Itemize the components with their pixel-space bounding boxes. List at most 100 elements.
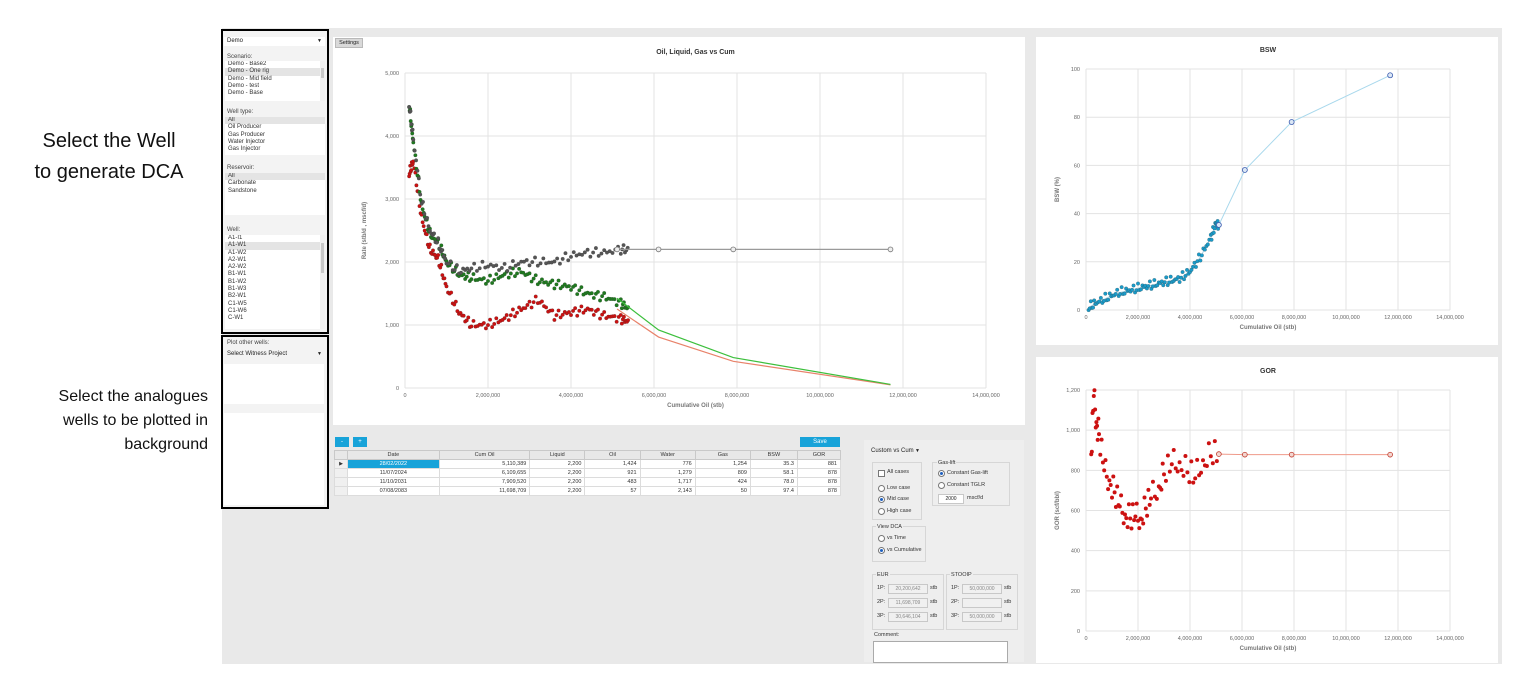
well-type-item[interactable]: Gas Producer — [225, 132, 325, 139]
add-row-button[interactable]: + — [353, 437, 367, 447]
reservoir-item[interactable]: Sandstone — [225, 188, 325, 195]
well-type-item[interactable]: Gas Injector — [225, 146, 325, 153]
table-cell[interactable]: 11,698,709 — [438, 486, 531, 496]
witness-project-select[interactable]: Select Witness Project ▼ — [224, 350, 325, 359]
column-header[interactable]: Date — [347, 450, 440, 460]
table-cell[interactable]: 483 — [584, 477, 641, 487]
project-select[interactable]: Demo ▼ — [224, 37, 325, 46]
well-item[interactable]: B2-W1 — [225, 293, 325, 300]
column-header[interactable]: GOR — [796, 450, 842, 460]
well-item[interactable]: C1-W6 — [225, 308, 325, 315]
constant-tglr-radio[interactable] — [938, 482, 945, 489]
table-cell[interactable]: 07/08/2083 — [347, 486, 440, 496]
table-cell[interactable]: 878 — [796, 468, 842, 478]
scenario-item[interactable]: Demo - One rig — [225, 68, 325, 76]
reservoir-item[interactable]: Carbonate — [225, 180, 325, 187]
column-header[interactable] — [334, 450, 348, 460]
well-item[interactable]: A1-W2 — [225, 250, 325, 257]
table-row[interactable]: ▶ 28/02/2022 5,110,389 2,200 1,424 776 1,254 35… — [334, 459, 842, 469]
gas-history-point — [408, 109, 413, 114]
table-cell[interactable]: 1,254 — [694, 459, 751, 469]
scenario-item[interactable]: Demo - Base2 — [225, 61, 325, 68]
vs-cumulative-radio[interactable] — [878, 547, 885, 554]
table-cell[interactable]: 878 — [796, 486, 842, 496]
table-cell[interactable]: 1,717 — [639, 477, 696, 487]
well-list-scrollbar[interactable] — [320, 235, 325, 329]
table-cell[interactable]: 57 — [584, 486, 641, 496]
table-cell[interactable]: 1,279 — [639, 468, 696, 478]
well-type-item[interactable]: Water Injector — [225, 139, 325, 146]
well-item[interactable]: A1-W1 — [225, 242, 325, 250]
all-cases-checkbox[interactable] — [878, 470, 885, 477]
well-type-item[interactable]: All — [225, 117, 325, 125]
table-cell[interactable]: 97.4 — [749, 486, 798, 496]
constant-gaslift-radio[interactable] — [938, 470, 945, 477]
table-cell[interactable]: 50 — [694, 486, 751, 496]
well-item[interactable]: B1-W2 — [225, 279, 325, 286]
well-item[interactable]: A2-W1 — [225, 257, 325, 264]
vs-time-radio[interactable] — [878, 535, 885, 542]
well-item[interactable]: C-W1 — [225, 315, 325, 322]
table-row[interactable]: 07/08/2083 11,698,709 2,200 57 2,143 50 97.4 87… — [334, 486, 842, 496]
remove-row-button[interactable]: - — [335, 437, 349, 447]
table-cell[interactable]: 11/07/2024 — [347, 468, 440, 478]
table-cell[interactable]: 2,200 — [529, 468, 586, 478]
well-item[interactable]: B1-W1 — [225, 271, 325, 278]
column-header[interactable]: Oil — [584, 450, 641, 460]
table-cell[interactable]: 2,200 — [529, 477, 586, 487]
gaslift-value-field[interactable]: 2000 — [938, 494, 964, 504]
column-header[interactable]: BSW — [749, 450, 798, 460]
table-cell[interactable]: 878 — [796, 477, 842, 487]
table-cell[interactable]: 921 — [584, 468, 641, 478]
bsw-chart: BSW 0 20 40 60 80 100 0 2,000,000 4,000,000 6,000,… — [1055, 47, 1464, 331]
table-cell[interactable]: 424 — [694, 477, 751, 487]
high-case-radio[interactable] — [878, 508, 885, 515]
table-cell[interactable]: 6,109,655 — [438, 468, 531, 478]
table-cell[interactable]: 58.1 — [749, 468, 798, 478]
analogue-wells-list-2[interactable] — [224, 413, 324, 505]
scenario-item[interactable]: Demo - Mid field — [225, 76, 325, 83]
column-header[interactable]: Liquid — [529, 450, 586, 460]
column-header[interactable]: Gas — [694, 450, 751, 460]
table-cell[interactable]: 5,110,389 — [438, 459, 531, 469]
table-row[interactable]: 11/10/2031 7,909,520 2,200 483 1,717 424 78.0 8… — [334, 477, 842, 487]
table-cell[interactable]: 881 — [796, 459, 842, 469]
scenario-item[interactable]: Demo - test — [225, 83, 325, 90]
x-tick-label: 8,000,000 — [1282, 636, 1306, 642]
table-cell[interactable]: 78.0 — [749, 477, 798, 487]
table-cell[interactable]: 2,200 — [529, 459, 586, 469]
oil-history-point — [414, 183, 419, 188]
comment-field[interactable] — [873, 641, 1008, 663]
well-type-item[interactable]: Oil Producer — [225, 124, 325, 131]
table-cell[interactable]: 28/02/2022 — [347, 459, 440, 469]
view-mode-select[interactable]: Custom vs Cum ▼ — [868, 447, 923, 456]
well-list[interactable]: A1-I1 A1-W1 A1-W2 A2-W1 A2-W2 B1-W1 B1-W2 B1-W3… — [225, 235, 325, 329]
table-cell[interactable]: 1,424 — [584, 459, 641, 469]
scenario-item[interactable]: Demo - Base — [225, 90, 325, 97]
well-item[interactable]: C1-W5 — [225, 301, 325, 308]
scenario-scrollbar[interactable] — [320, 61, 325, 101]
bsw-point — [1103, 291, 1108, 296]
table-cell[interactable]: 7,909,520 — [438, 477, 531, 487]
table-cell[interactable]: 2,200 — [529, 486, 586, 496]
well-type-list[interactable]: All Oil Producer Gas Producer Water Injecto… — [225, 117, 325, 155]
table-cell[interactable]: 776 — [639, 459, 696, 469]
analogue-wells-list[interactable] — [224, 364, 324, 404]
table-cell[interactable]: 2,143 — [639, 486, 696, 496]
well-item[interactable]: A2-W2 — [225, 264, 325, 271]
table-cell[interactable]: 35.3 — [749, 459, 798, 469]
well-item[interactable]: A1-I1 — [225, 235, 325, 242]
scenario-list[interactable]: Demo - Base2 Demo - One rig Demo - Mid fie… — [225, 61, 325, 101]
column-header[interactable]: Cum Oil — [438, 450, 531, 460]
save-button[interactable]: Save — [800, 437, 840, 447]
low-case-label: Low case — [887, 485, 911, 491]
table-cell[interactable]: 11/10/2031 — [347, 477, 440, 487]
well-item[interactable]: B1-W3 — [225, 286, 325, 293]
reservoir-list[interactable]: All Carbonate Sandstone — [225, 173, 325, 215]
low-case-radio[interactable] — [878, 485, 885, 492]
column-header[interactable]: Water — [639, 450, 696, 460]
mid-case-radio[interactable] — [878, 496, 885, 503]
table-cell[interactable]: 809 — [694, 468, 751, 478]
reservoir-item[interactable]: All — [225, 173, 325, 181]
table-row[interactable]: 11/07/2024 6,109,655 2,200 921 1,279 809 58.1 8… — [334, 468, 842, 478]
